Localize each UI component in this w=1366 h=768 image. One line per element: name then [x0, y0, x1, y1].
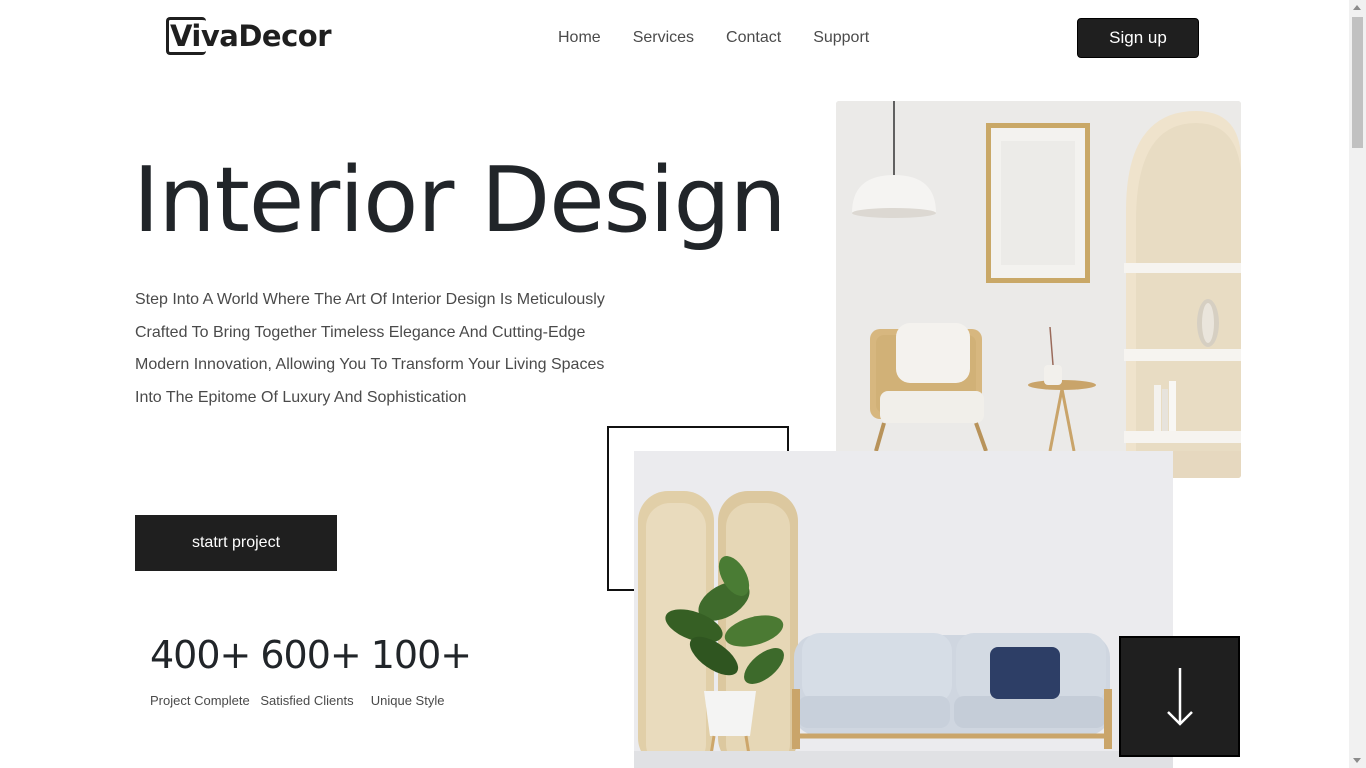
- lounge-illustration: [634, 451, 1173, 768]
- hero-image-living-room: [836, 101, 1241, 478]
- start-project-button[interactable]: statrt project: [135, 515, 337, 571]
- arrow-down-icon: [1166, 667, 1193, 726]
- stat-label: Project Complete: [150, 693, 250, 708]
- scrollbar-thumb[interactable]: [1352, 17, 1363, 148]
- stat-styles: 100+ Unique Style: [370, 632, 472, 708]
- brand-logo[interactable]: VivaDecor: [166, 17, 332, 55]
- hero-description-line: Step Into A World Where The Art Of Inter…: [135, 291, 605, 308]
- scroll-down-arrow-icon[interactable]: [1353, 758, 1361, 763]
- logo-text: VivaDecor: [170, 19, 332, 53]
- stat-value: 600+: [260, 633, 361, 677]
- hero-description-line: Modern Innovation, Allowing You To Trans…: [135, 356, 605, 373]
- living-room-illustration: [836, 101, 1241, 478]
- scroll-down-button[interactable]: [1119, 636, 1240, 757]
- nav-link-support[interactable]: Support: [813, 28, 869, 48]
- stat-clients: 600+ Satisfied Clients: [260, 632, 361, 708]
- stat-value: 400+: [150, 633, 251, 677]
- scroll-up-arrow-icon[interactable]: [1353, 5, 1361, 10]
- hero-description-line: Crafted To Bring Together Timeless Elega…: [135, 323, 586, 341]
- stat-value: 100+: [370, 633, 472, 677]
- hero-description: Step Into A World Where The Art Of Inter…: [135, 284, 655, 414]
- stat-label: Satisfied Clients: [260, 693, 354, 708]
- stat-label: Unique Style: [370, 693, 445, 708]
- hero-title: Interior Design: [133, 148, 787, 253]
- page-scrollbar[interactable]: [1349, 0, 1366, 768]
- signup-button[interactable]: Sign up: [1077, 18, 1199, 58]
- stat-projects: 400+ Project Complete: [150, 632, 251, 708]
- nav-link-services[interactable]: Services: [633, 28, 694, 48]
- main-nav: Home Services Contact Support: [558, 28, 869, 48]
- stats-row: 400+ Project Complete 600+ Satisfied Cli…: [150, 632, 481, 708]
- hero-description-line: Into The Epitome Of Luxury And Sophistic…: [135, 388, 467, 406]
- nav-link-home[interactable]: Home: [558, 28, 601, 48]
- hero-image-lounge: [634, 451, 1173, 768]
- nav-link-contact[interactable]: Contact: [726, 28, 781, 48]
